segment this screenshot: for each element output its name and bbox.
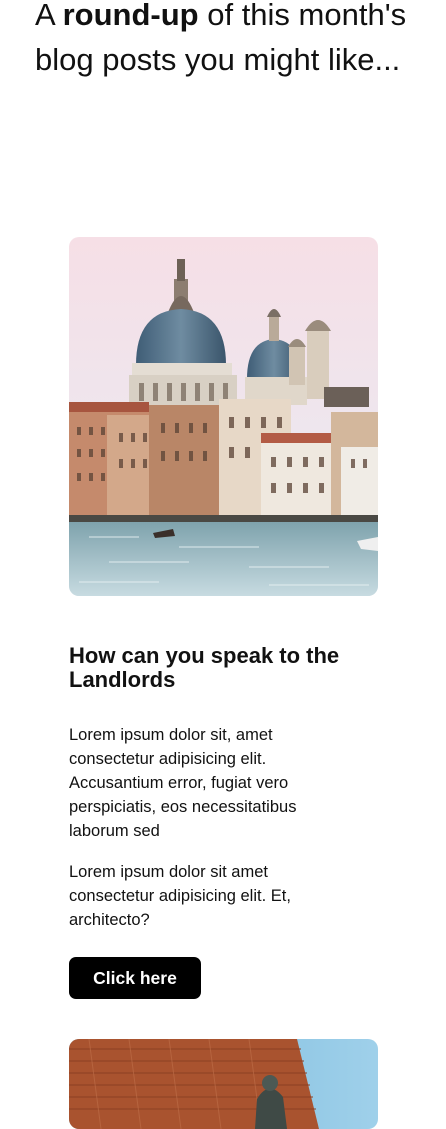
next-post-image bbox=[69, 1039, 378, 1129]
post-excerpt-1: Lorem ipsum dolor sit, amet consectetur … bbox=[69, 726, 297, 840]
blog-post-image bbox=[69, 237, 378, 596]
post-title: How can you speak to the Landlords bbox=[69, 643, 340, 692]
click-here-button[interactable]: Click here bbox=[69, 957, 201, 999]
rooftop-statue-image bbox=[69, 1039, 378, 1129]
intro-emphasis: round-up bbox=[62, 0, 199, 32]
intro-prefix: A bbox=[35, 0, 63, 32]
venice-canal-image bbox=[69, 237, 378, 596]
intro-heading: A round-up of this month's blog posts yo… bbox=[35, 0, 415, 82]
post-excerpt-2: Lorem ipsum dolor sit amet consectetur a… bbox=[69, 863, 291, 929]
